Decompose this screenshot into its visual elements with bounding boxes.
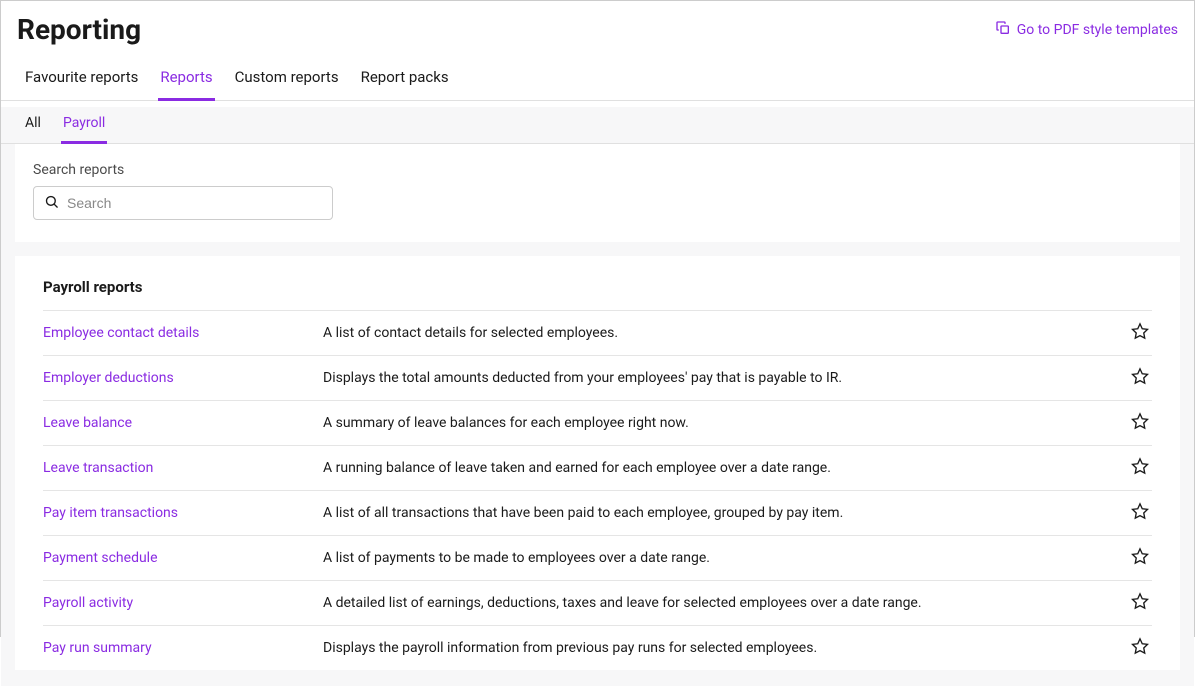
pdf-templates-label: Go to PDF style templates — [1017, 22, 1178, 38]
favourite-star-button[interactable] — [1128, 456, 1152, 480]
tab-reports[interactable]: Reports — [158, 58, 214, 101]
report-description: A running balance of leave taken and ear… — [323, 460, 1128, 476]
report-link[interactable]: Pay run summary — [43, 640, 323, 656]
reports-panel: Payroll reports Employee contact details… — [15, 256, 1180, 670]
secondary-tabs: All Payroll — [1, 107, 1194, 144]
report-link[interactable]: Pay item transactions — [43, 505, 323, 521]
report-link[interactable]: Payroll activity — [43, 595, 323, 611]
search-box[interactable] — [33, 186, 333, 220]
pdf-templates-link[interactable]: Go to PDF style templates — [995, 20, 1178, 40]
report-row: Payment scheduleA list of payments to be… — [43, 535, 1152, 580]
star-icon — [1131, 547, 1149, 569]
search-label: Search reports — [33, 162, 1162, 178]
report-link[interactable]: Employer deductions — [43, 370, 323, 386]
section-heading: Payroll reports — [43, 278, 1152, 310]
star-icon — [1131, 637, 1149, 659]
favourite-star-button[interactable] — [1128, 546, 1152, 570]
favourite-star-button[interactable] — [1128, 591, 1152, 615]
star-icon — [1131, 412, 1149, 434]
search-panel: Search reports — [15, 144, 1180, 242]
search-icon — [44, 194, 67, 213]
report-row: Leave transactionA running balance of le… — [43, 445, 1152, 490]
report-row: Pay run summaryDisplays the payroll info… — [43, 625, 1152, 670]
report-description: A detailed list of earnings, deductions,… — [323, 595, 1128, 611]
tab-favourite-reports[interactable]: Favourite reports — [23, 58, 140, 101]
subtab-payroll[interactable]: Payroll — [61, 107, 107, 144]
star-icon — [1131, 322, 1149, 344]
tab-custom-reports[interactable]: Custom reports — [233, 58, 341, 101]
report-link[interactable]: Leave balance — [43, 415, 323, 431]
report-description: A list of payments to be made to employe… — [323, 550, 1128, 566]
report-link[interactable]: Leave transaction — [43, 460, 323, 476]
report-description: Displays the payroll information from pr… — [323, 640, 1128, 656]
report-description: A summary of leave balances for each emp… — [323, 415, 1128, 431]
report-description: A list of all transactions that have bee… — [323, 505, 1128, 521]
favourite-star-button[interactable] — [1128, 321, 1152, 345]
page-title: Reporting — [17, 13, 141, 46]
star-icon — [1131, 367, 1149, 389]
primary-tabs: Favourite reports Reports Custom reports Re… — [1, 58, 1194, 101]
favourite-star-button[interactable] — [1128, 501, 1152, 525]
copy-icon — [995, 20, 1011, 40]
report-link[interactable]: Employee contact details — [43, 325, 323, 341]
report-row: Leave balanceA summary of leave balances… — [43, 400, 1152, 445]
report-row: Payroll activityA detailed list of earni… — [43, 580, 1152, 625]
report-description: A list of contact details for selected e… — [323, 325, 1128, 341]
favourite-star-button[interactable] — [1128, 366, 1152, 390]
report-row: Employee contact detailsA list of contac… — [43, 310, 1152, 355]
report-link[interactable]: Payment schedule — [43, 550, 323, 566]
report-row: Employer deductionsDisplays the total am… — [43, 355, 1152, 400]
favourite-star-button[interactable] — [1128, 411, 1152, 435]
tab-report-packs[interactable]: Report packs — [359, 58, 451, 101]
report-description: Displays the total amounts deducted from… — [323, 370, 1128, 386]
star-icon — [1131, 457, 1149, 479]
star-icon — [1131, 592, 1149, 614]
search-input[interactable] — [67, 195, 322, 211]
star-icon — [1131, 502, 1149, 524]
subtab-all[interactable]: All — [23, 107, 43, 144]
report-row: Pay item transactionsA list of all trans… — [43, 490, 1152, 535]
favourite-star-button[interactable] — [1128, 636, 1152, 660]
